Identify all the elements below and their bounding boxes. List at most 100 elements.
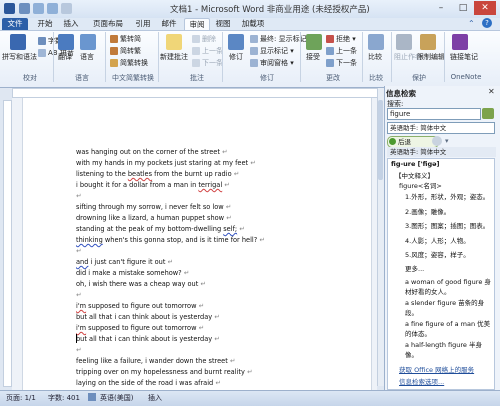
document-line[interactable]: but all that i can think about is yester… bbox=[76, 335, 220, 343]
paragraph-mark-icon: ↵ bbox=[223, 203, 232, 211]
forward-icon[interactable] bbox=[432, 136, 442, 146]
save-icon[interactable] bbox=[19, 3, 30, 14]
document-line[interactable]: i'm supposed to figure out tomorrow ↵ bbox=[76, 302, 204, 310]
result-header[interactable]: 英语助手: 简体中文 bbox=[387, 147, 496, 157]
document-line[interactable]: with my hands in my pockets just staring… bbox=[76, 159, 256, 167]
tab-home[interactable]: 开始 bbox=[34, 18, 56, 30]
linked-notes-button[interactable]: 链接笔记 bbox=[450, 52, 478, 62]
misspelled-word: terrigal bbox=[198, 181, 223, 189]
document-line[interactable]: listening to the beatles from the burnt … bbox=[76, 170, 239, 178]
tab-view[interactable]: 视图 bbox=[212, 18, 234, 30]
document-line[interactable]: ↵ bbox=[76, 192, 82, 200]
document-page[interactable] bbox=[22, 98, 372, 390]
document-line[interactable]: oh, i wish there was a cheap way out ↵ bbox=[76, 280, 206, 288]
paragraph-mark-icon: ↵ bbox=[227, 357, 236, 365]
track-changes-icon bbox=[228, 34, 244, 50]
close-icon[interactable]: ✕ bbox=[474, 1, 496, 15]
next-comment-button[interactable]: 下一条 bbox=[192, 58, 223, 68]
forward-dropdown-icon[interactable]: ▾ bbox=[445, 137, 449, 145]
document-line[interactable]: feeling like a failure, i wander down th… bbox=[76, 357, 235, 365]
undo-icon[interactable] bbox=[33, 3, 44, 14]
insert-mode[interactable]: 插入 bbox=[148, 393, 162, 403]
previous-change-icon bbox=[326, 47, 334, 55]
document-line[interactable]: ↵ bbox=[76, 247, 82, 255]
sense-item: 5.风度；姿容，样子。 bbox=[405, 251, 470, 259]
paragraph-mark-icon: ↵ bbox=[76, 192, 82, 200]
tab-mailings[interactable]: 邮件 bbox=[158, 18, 180, 30]
convert-chinese-button[interactable]: 简繁转换 bbox=[110, 58, 148, 68]
paragraph-mark-icon: ↵ bbox=[181, 269, 190, 277]
line-text: but all that i can think about is yester… bbox=[76, 313, 213, 321]
next-change-button[interactable]: 下一条 bbox=[326, 58, 357, 68]
language-status[interactable]: 英语(美国) bbox=[100, 393, 133, 403]
pane-close-icon[interactable]: ✕ bbox=[488, 87, 495, 96]
spelling-grammar-button[interactable]: 拼写和语法 bbox=[2, 52, 37, 62]
convert-chinese-icon bbox=[110, 59, 118, 67]
more-link[interactable]: 更多... bbox=[405, 263, 424, 273]
document-line[interactable]: ↵ bbox=[76, 291, 82, 299]
previous-change-button[interactable]: 上一条 bbox=[326, 46, 357, 56]
document-line[interactable]: standing at the peak of my bottom-dwelli… bbox=[76, 225, 245, 233]
show-markup-button[interactable]: 显示标记 ▾ bbox=[250, 46, 294, 56]
sense-item: 4.人影；人形；人物。 bbox=[405, 236, 470, 245]
ribbon-minimize-icon[interactable]: ⌃ bbox=[468, 19, 475, 28]
minimize-icon[interactable]: – bbox=[430, 1, 452, 15]
tab-file[interactable]: 文件 bbox=[2, 18, 28, 30]
simp-to-trad-button[interactable]: 简转繁 bbox=[110, 46, 141, 56]
word-count[interactable]: 字数: 401 bbox=[48, 393, 80, 403]
redo-icon[interactable] bbox=[47, 3, 58, 14]
document-line[interactable]: tripping over on my hopelessness and bur… bbox=[76, 368, 253, 376]
page-count[interactable]: 页面: 1/1 bbox=[6, 393, 36, 403]
document-line[interactable]: ↵ bbox=[76, 346, 82, 354]
vertical-ruler[interactable] bbox=[3, 100, 12, 387]
previous-comment-button[interactable]: 上一条 bbox=[192, 46, 223, 56]
help-icon[interactable]: ? bbox=[482, 18, 492, 28]
proofing-icon[interactable] bbox=[88, 393, 96, 401]
compare-button[interactable]: 比较 bbox=[368, 52, 382, 62]
source-select[interactable]: 英语助手: 简体中文 bbox=[387, 122, 495, 134]
document-line[interactable]: was hanging out on the corner of the str… bbox=[76, 148, 228, 156]
group-separator bbox=[444, 32, 445, 82]
maximize-icon[interactable]: □ bbox=[452, 1, 474, 15]
document-line[interactable]: laying on the side of the road i was afr… bbox=[76, 379, 221, 387]
document-line[interactable]: thinking when's this gonna stop, and is … bbox=[76, 236, 265, 244]
restrict-editing-button[interactable]: 限制编辑 bbox=[417, 52, 445, 62]
tab-insert[interactable]: 插入 bbox=[60, 18, 82, 30]
tab-references[interactable]: 引用 bbox=[132, 18, 154, 30]
tab-page-layout[interactable]: 页面布局 bbox=[88, 18, 128, 30]
misspelled-word: self; bbox=[223, 225, 238, 233]
translate-button[interactable]: 翻译 bbox=[58, 52, 72, 62]
show-markup-icon bbox=[250, 47, 258, 55]
office-online-link[interactable]: 获取 Office 网络上的服务 bbox=[399, 364, 474, 374]
track-changes-button[interactable]: 修订 bbox=[229, 52, 243, 62]
paragraph-mark-icon: ↵ bbox=[196, 302, 205, 310]
document-line[interactable]: sifting through my sorrow, i never felt … bbox=[76, 203, 231, 211]
tab-addins[interactable]: 加载项 bbox=[238, 18, 268, 30]
search-input[interactable]: figure bbox=[387, 108, 481, 120]
reject-button[interactable]: 拒绝 ▾ bbox=[326, 34, 356, 44]
translate-icon bbox=[58, 34, 74, 50]
sense-item: 3.图形；图案；插图；图表。 bbox=[405, 222, 490, 230]
research-options-link[interactable]: 信息检索选项... bbox=[399, 376, 444, 386]
sense-item: 2.画像；雕像。 bbox=[405, 207, 451, 216]
document-line[interactable]: drowning like a lizard, a human puppet s… bbox=[76, 214, 232, 222]
search-go-icon[interactable] bbox=[482, 108, 494, 119]
language-button[interactable]: 语言 bbox=[80, 52, 94, 62]
delete-comment-button[interactable]: 删除 bbox=[192, 34, 216, 44]
restrict-editing-icon bbox=[420, 34, 436, 50]
document-line[interactable]: but all that i can think about is yester… bbox=[76, 313, 220, 321]
headword: fig-ure ['figə] bbox=[391, 160, 440, 168]
trad-to-simp-button[interactable]: 繁转简 bbox=[110, 34, 141, 44]
new-comment-button[interactable]: 新建批注 bbox=[160, 52, 188, 62]
horizontal-ruler[interactable] bbox=[12, 88, 379, 98]
customize-toolbar-icon[interactable] bbox=[61, 3, 72, 14]
document-line[interactable]: and i just can't figure it out ↵ bbox=[76, 258, 173, 266]
previous-comment-label: 上一条 bbox=[202, 47, 223, 55]
document-line[interactable]: i'm supposed to figure out tomorrow ↵ bbox=[76, 324, 204, 332]
scrollbar-thumb[interactable] bbox=[378, 100, 383, 180]
accept-button[interactable]: 接受 bbox=[306, 52, 320, 62]
reviewing-pane-button[interactable]: 审阅窗格 ▾ bbox=[250, 58, 294, 68]
display-for-review-select[interactable]: 最终: 显示标记 bbox=[250, 34, 307, 44]
document-line[interactable]: did i make a mistake somehow? ↵ bbox=[76, 269, 189, 277]
document-line[interactable]: i bought it for a dollar from a man in t… bbox=[76, 181, 230, 189]
